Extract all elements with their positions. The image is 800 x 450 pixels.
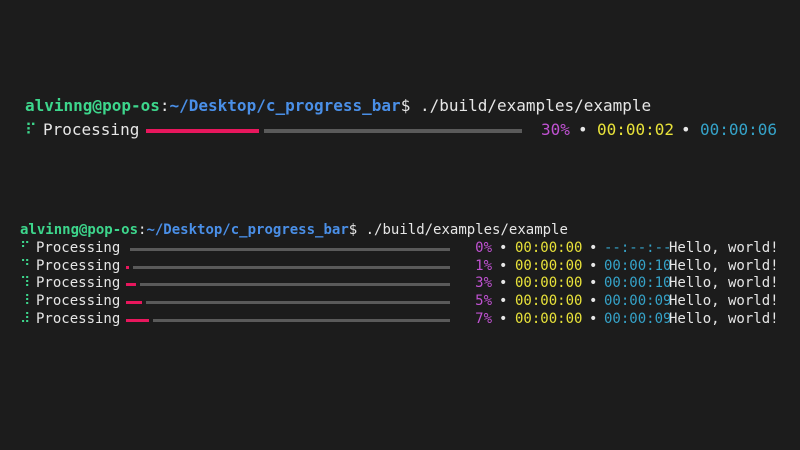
progress-row: ⠼ Processing 7% • 00:00:00 • 00:00:09 Hello, wo… — [0, 311, 800, 329]
bullet-separator: • — [499, 310, 508, 327]
progress-label: Processing — [36, 293, 121, 310]
prompt-command: ./build/examples/example — [357, 222, 568, 238]
output-message: Hello, world! — [669, 293, 779, 310]
progress-label: Processing — [36, 257, 121, 274]
elapsed-time: 00:00:02 — [597, 120, 675, 139]
progress-bar-track — [264, 129, 522, 133]
eta-time: 00:00:06 — [700, 120, 778, 139]
progress-label: Processing — [36, 310, 121, 327]
progress-percent: 0% — [475, 240, 492, 256]
eta-time: 00:00:09 — [604, 310, 672, 327]
progress-bar-track — [130, 248, 450, 251]
output-message: Hello, world! — [669, 275, 779, 292]
progress-bar-track — [133, 265, 450, 269]
progress-bar-filled — [126, 318, 149, 322]
progress-label: Processing — [36, 275, 121, 292]
progress-row: ⠸ Processing 5% • 00:00:00 • 00:00:09 Hello, wo… — [0, 293, 800, 311]
spinner-icon: ⠙ — [20, 257, 31, 274]
progress-row: ⠋ Processing 0% • 00:00:00 • --:--:-- Hello, wo… — [0, 240, 800, 258]
bullet-separator: • — [589, 257, 598, 274]
eta-time: --:--:-- — [604, 240, 672, 256]
eta-time: 00:00:10 — [604, 257, 672, 274]
progress-label: Processing — [36, 240, 121, 256]
elapsed-time: 00:00:00 — [515, 275, 583, 292]
elapsed-time: 00:00:00 — [515, 240, 583, 256]
prompt-user-host: alvinng@pop-os — [25, 96, 160, 115]
bullet-separator: • — [589, 275, 598, 292]
bullet-separator: • — [499, 257, 508, 274]
progress-bar-filled — [126, 265, 129, 269]
bullet-separator: • — [589, 240, 598, 256]
progress-row: ⠏ Processing 30% • 00:00:02 • 00:00:06 — [0, 120, 800, 140]
spinner-icon: ⠸ — [20, 293, 31, 310]
bullet-separator: • — [499, 293, 508, 310]
bullet-separator: • — [589, 293, 598, 310]
shell-prompt: alvinng@pop-os:~/Desktop/c_progress_bar$… — [20, 222, 568, 238]
prompt-user-host: alvinng@pop-os — [20, 222, 139, 238]
prompt-path: ~/Desktop/c_progress_bar — [169, 96, 401, 115]
prompt-command: ./build/examples/example — [410, 96, 652, 115]
progress-percent: 30% — [541, 120, 570, 139]
progress-percent: 1% — [475, 257, 492, 274]
output-message: Hello, world! — [669, 257, 779, 274]
progress-bar-filled — [146, 129, 259, 133]
elapsed-time: 00:00:00 — [515, 257, 583, 274]
spinner-icon: ⠼ — [20, 310, 31, 327]
spinner-icon: ⠹ — [20, 275, 31, 292]
progress-percent: 7% — [475, 310, 492, 327]
prompt-colon: : — [159, 96, 170, 115]
elapsed-time: 00:00:00 — [515, 310, 583, 327]
shell-prompt: alvinng@pop-os:~/Desktop/c_progress_bar$… — [25, 96, 651, 115]
prompt-dollar: $ — [400, 96, 411, 115]
bullet-separator: • — [681, 120, 691, 139]
progress-bar-filled — [126, 283, 136, 287]
progress-bar-track — [153, 318, 450, 322]
progress-percent: 3% — [475, 275, 492, 292]
bullet-separator: • — [499, 275, 508, 292]
output-message: Hello, world! — [669, 310, 779, 327]
progress-bar-track — [140, 283, 450, 287]
progress-percent: 5% — [475, 293, 492, 310]
eta-time: 00:00:09 — [604, 293, 672, 310]
progress-label: Processing — [43, 120, 140, 139]
prompt-dollar: $ — [348, 222, 358, 238]
output-message: Hello, world! — [669, 240, 779, 256]
bullet-separator: • — [578, 120, 588, 139]
spinner-icon: ⠏ — [25, 120, 37, 139]
bullet-separator: • — [589, 310, 598, 327]
spinner-icon: ⠋ — [20, 240, 31, 256]
progress-bar-track — [146, 301, 450, 305]
elapsed-time: 00:00:00 — [515, 293, 583, 310]
eta-time: 00:00:10 — [604, 275, 672, 292]
progress-row: ⠹ Processing 3% • 00:00:00 • 00:00:10 Hello, wo… — [0, 275, 800, 293]
bullet-separator: • — [499, 240, 508, 256]
progress-row: ⠙ Processing 1% • 00:00:00 • 00:00:10 Hello, wo… — [0, 258, 800, 276]
prompt-path: ~/Desktop/c_progress_bar — [146, 222, 349, 238]
progress-bar-filled — [126, 301, 142, 305]
